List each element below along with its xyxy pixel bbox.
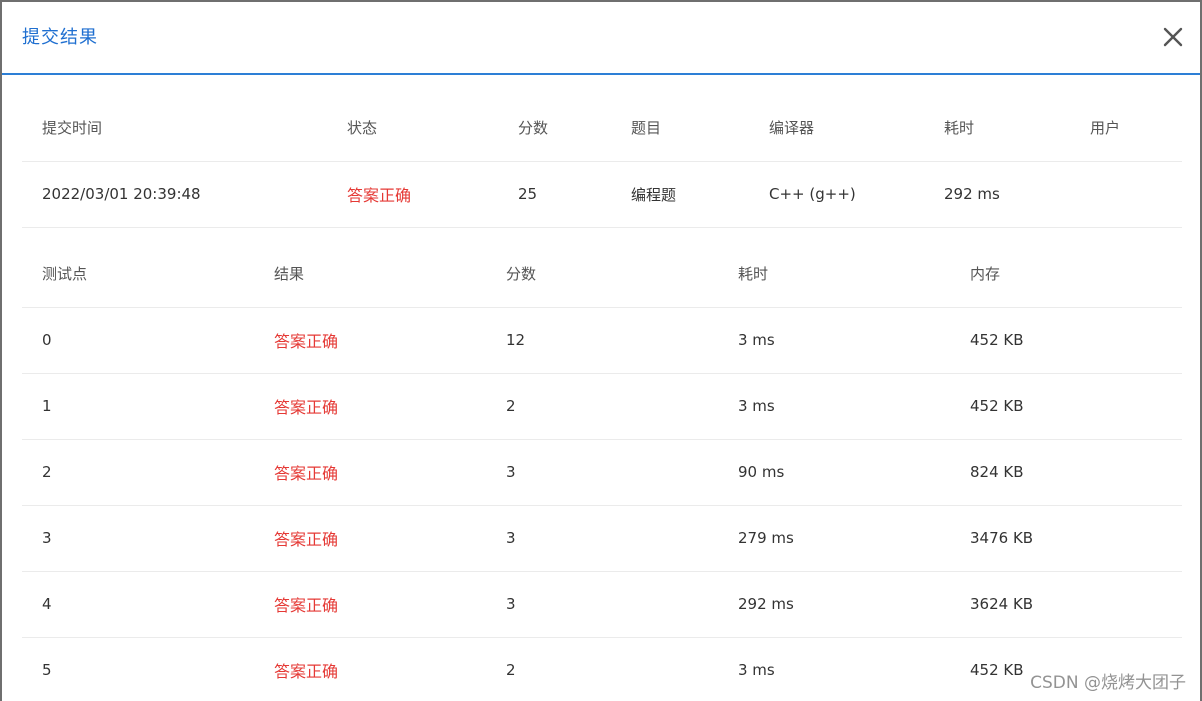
column-header-time: 耗时 [944,119,975,138]
test-case-result: 答案正确 [274,464,339,483]
test-case-memory: 824 KB [970,463,1024,481]
test-case-time: 3 ms [738,661,775,679]
user [1070,161,1182,227]
test-case-time: 279 ms [738,529,794,547]
test-case-memory: 3624 KB [970,595,1034,613]
test-case-score: 2 [506,661,516,679]
summary-table: 提交时间 状态 分数 题目 编译器 耗时 用户 2022/03/01 20:39… [22,95,1182,228]
dialog-header: 提交结果 [2,2,1200,75]
test-case-score: 2 [506,397,516,415]
elapsed-time: 292 ms [944,185,1000,203]
test-case-id: 2 [42,463,52,481]
test-case-score: 3 [506,529,516,547]
dialog-title: 提交结果 [22,27,98,48]
table-row: 0 答案正确 12 3 ms 452 KB [22,307,1182,373]
test-case-memory: 3476 KB [970,529,1034,547]
table-row: 5 答案正确 2 3 ms 452 KB [22,637,1182,701]
column-header-time: 耗时 [738,265,769,284]
test-case-result: 答案正确 [274,596,339,615]
close-button[interactable] [1158,22,1188,52]
column-header-compiler: 编译器 [769,119,815,138]
close-icon [1163,27,1183,47]
summary-header-row: 提交时间 状态 分数 题目 编译器 耗时 用户 [22,95,1182,161]
submit-time: 2022/03/01 20:39:48 [42,185,201,203]
summary-row: 2022/03/01 20:39:48 答案正确 25 编程题 C++ (g++… [22,161,1182,227]
column-header-user: 用户 [1090,119,1121,138]
test-case-result: 答案正确 [274,332,339,351]
status-badge: 答案正确 [347,186,412,205]
test-cases-table: 测试点 结果 分数 耗时 内存 0 答案正确 12 3 ms 452 KB 1 … [22,241,1182,701]
test-case-id: 1 [42,397,52,415]
test-case-time: 90 ms [738,463,785,481]
test-case-score: 12 [506,331,526,349]
test-case-memory: 452 KB [970,397,1024,415]
column-header-memory: 内存 [970,265,1001,284]
table-row: 1 答案正确 2 3 ms 452 KB [22,373,1182,439]
column-header-score: 分数 [518,119,549,138]
test-case-memory: 452 KB [970,331,1024,349]
column-header-problem: 题目 [631,119,662,138]
column-header-score: 分数 [506,265,537,284]
test-case-time: 3 ms [738,397,775,415]
test-case-score: 3 [506,463,516,481]
column-header-test-case: 测试点 [42,265,88,284]
test-case-score: 3 [506,595,516,613]
test-case-result: 答案正确 [274,530,339,549]
column-header-status: 状态 [347,119,378,138]
test-case-memory: 452 KB [970,661,1024,679]
column-header-result: 结果 [274,265,305,284]
table-row: 4 答案正确 3 292 ms 3624 KB [22,571,1182,637]
table-row: 2 答案正确 3 90 ms 824 KB [22,439,1182,505]
test-case-time: 3 ms [738,331,775,349]
test-case-id: 0 [42,331,52,349]
test-case-id: 4 [42,595,52,613]
table-row: 3 答案正确 3 279 ms 3476 KB [22,505,1182,571]
test-case-id: 5 [42,661,52,679]
score: 25 [518,185,538,203]
compiler: C++ (g++) [769,185,856,203]
test-cases-header-row: 测试点 结果 分数 耗时 内存 [22,241,1182,307]
test-case-time: 292 ms [738,595,794,613]
column-header-submit-time: 提交时间 [42,119,103,138]
problem-link[interactable]: 编程题 [611,161,749,227]
test-case-result: 答案正确 [274,398,339,417]
submission-result-dialog: 提交结果 提交时间 状态 分数 题目 编译器 耗时 用户 2022/03/01 … [2,2,1200,701]
test-case-id: 3 [42,529,52,547]
test-case-result: 答案正确 [274,662,339,681]
